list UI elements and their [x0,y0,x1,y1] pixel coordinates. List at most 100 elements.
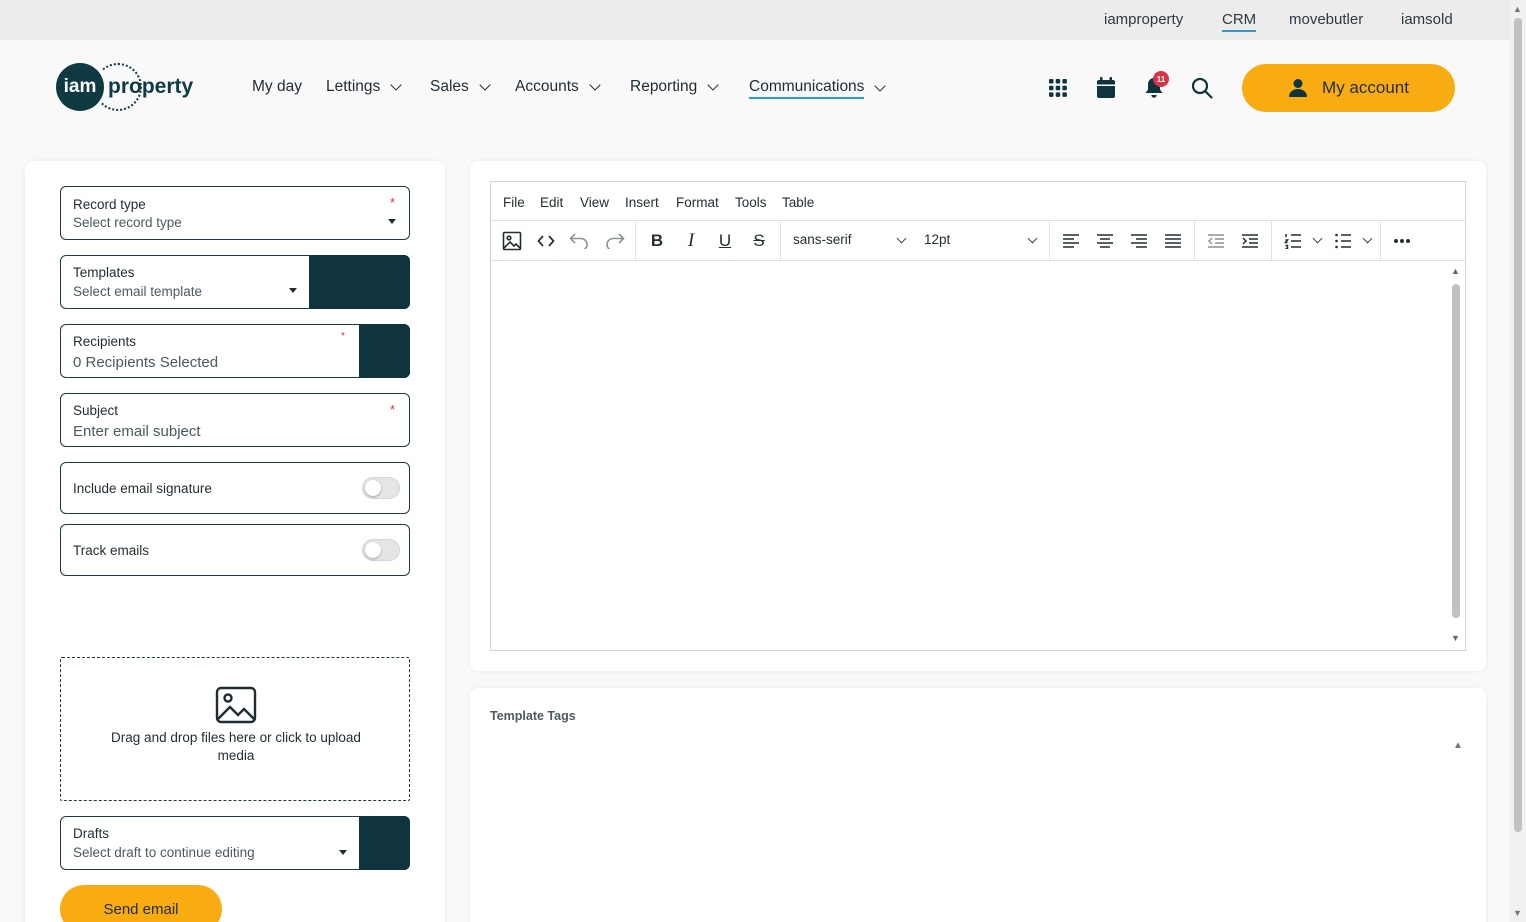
image-icon[interactable] [500,229,524,253]
recipients-field[interactable]: Recipients * 0 Recipients Selected [60,324,410,378]
menu-format[interactable]: Format [676,195,719,210]
underline-icon[interactable]: U [713,229,737,253]
page-scrollbar[interactable]: ▲ ▼ [1510,0,1526,922]
nav-item-lettings[interactable]: Lettings [326,78,402,96]
include-signature-label: Include email signature [73,481,212,496]
record-type-select[interactable]: Record type * Select record type [60,186,410,240]
font-size-select[interactable]: 12pt [924,232,950,247]
top-links-bar: iamproperty CRM movebutler iamsold [0,0,1510,40]
scroll-up-arrow-icon[interactable]: ▲ [1451,266,1460,276]
chevron-down-icon [390,78,402,91]
top-link-iamproperty[interactable]: iamproperty [1104,11,1183,28]
image-icon [215,686,257,724]
recipients-label: Recipients [73,334,137,349]
menu-view[interactable]: View [580,195,609,210]
editor-scrollbar[interactable]: ▲ ▼ [1449,262,1463,650]
undo-icon[interactable] [567,229,591,253]
templates-select[interactable]: Templates Select email template [60,255,410,309]
bullet-list-icon[interactable] [1331,229,1355,253]
align-center-icon[interactable] [1093,229,1117,253]
nav-item-label: Sales [430,78,469,95]
drafts-label: Drafts [73,826,110,841]
editor-content-area[interactable] [491,262,1465,651]
nav-item-communications[interactable]: Communications [749,78,887,99]
menu-table[interactable]: Table [782,195,814,210]
editor-scrollbar-thumb[interactable] [1452,284,1460,618]
nav-item-label: Accounts [515,78,579,95]
indent-icon[interactable] [1238,229,1262,253]
drafts-action-button[interactable] [359,816,410,870]
chevron-down-icon[interactable] [1362,233,1373,244]
scroll-down-arrow-icon[interactable]: ▼ [1513,908,1522,918]
nav-item-label: Reporting [630,78,698,95]
my-account-button[interactable]: My account [1242,64,1455,112]
caret-down-icon [339,850,347,855]
templates-action-button[interactable] [309,255,410,309]
chevron-down-icon[interactable] [1312,233,1323,244]
logo-dots [94,63,142,111]
code-icon[interactable] [534,229,558,253]
drafts-value: Select draft to continue editing [73,845,255,860]
nav-item-sales[interactable]: Sales [430,78,491,96]
top-link-crm[interactable]: CRM [1222,11,1257,32]
scroll-up-arrow-icon[interactable]: ▲ [1453,740,1463,751]
record-type-value: Select record type [73,215,182,230]
nav-item-label: My day [252,78,302,95]
menu-tools[interactable]: Tools [735,195,767,210]
chevron-down-icon [896,233,907,244]
menu-file[interactable]: File [503,195,525,210]
menu-insert[interactable]: Insert [625,195,659,210]
bold-icon[interactable]: B [645,229,669,253]
chevron-down-icon [479,78,491,91]
nav-item-label: Lettings [326,78,381,95]
align-left-icon[interactable] [1059,229,1083,253]
scroll-up-arrow-icon[interactable]: ▲ [1513,4,1522,14]
toolbar-separator [635,221,636,260]
more-icon[interactable] [1390,229,1414,253]
send-email-button[interactable]: Send email [60,885,222,922]
recipients-value: 0 Recipients Selected [73,354,219,371]
media-dropzone[interactable]: Drag and drop files here or click to upl… [60,657,410,801]
include-signature-row: Include email signature [60,462,410,514]
toolbar-separator [1049,221,1050,260]
recipients-action-button[interactable] [359,324,410,378]
numbered-list-icon[interactable] [1281,229,1305,253]
required-marker: * [389,195,395,210]
rich-text-editor: File Edit View Insert Format Tools Table… [490,181,1466,651]
redo-icon[interactable] [603,229,627,253]
top-link-movebutler[interactable]: movebutler [1289,11,1363,28]
include-signature-toggle[interactable] [362,477,400,499]
chevron-down-icon [589,78,601,91]
toggle-knob [365,542,381,558]
record-type-label: Record type [73,197,146,212]
template-tags-panel [470,688,1486,922]
calendar-icon[interactable] [1094,76,1118,100]
page-scrollbar-thumb[interactable] [1514,18,1522,832]
track-emails-toggle[interactable] [362,539,400,561]
nav-item-my-day[interactable]: My day [252,78,302,96]
nav-item-reporting[interactable]: Reporting [630,78,719,96]
apps-grid-icon[interactable] [1046,76,1070,100]
menu-edit[interactable]: Edit [540,195,563,210]
nav-item-accounts[interactable]: Accounts [515,78,601,96]
chevron-down-icon [1027,233,1038,244]
search-icon[interactable] [1190,76,1214,100]
font-family-select[interactable]: sans-serif [793,232,852,247]
chevron-down-icon [874,80,887,92]
drafts-select[interactable]: Drafts Select draft to continue editing [60,816,410,870]
outdent-icon[interactable] [1204,229,1228,253]
italic-icon[interactable]: I [679,229,703,253]
scroll-down-arrow-icon[interactable]: ▼ [1451,633,1460,643]
top-link-iamsold[interactable]: iamsold [1401,11,1453,28]
app-logo[interactable]: iam property [56,63,193,111]
strikethrough-icon[interactable]: S [747,229,771,253]
editor-menubar: File Edit View Insert Format Tools Table [491,182,1465,221]
subject-placeholder[interactable]: Enter email subject [73,423,201,440]
toolbar-separator [1271,221,1272,260]
subject-field[interactable]: Subject * Enter email subject [60,393,410,447]
editor-toolbar: B I U S sans-serif 12pt [491,221,1465,261]
caret-down-icon [388,219,396,224]
required-marker: * [389,402,395,417]
align-justify-icon[interactable] [1161,229,1185,253]
align-right-icon[interactable] [1127,229,1151,253]
